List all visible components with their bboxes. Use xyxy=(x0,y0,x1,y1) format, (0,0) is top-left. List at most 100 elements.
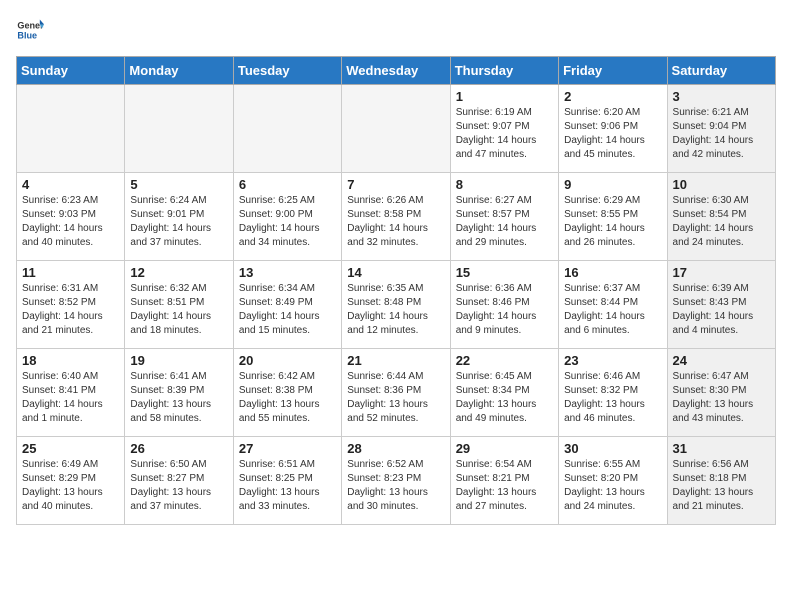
logo: General Blue xyxy=(16,16,44,44)
calendar-cell: 21 Sunrise: 6:44 AMSunset: 8:36 PMDayligh… xyxy=(342,349,450,437)
col-header-monday: Monday xyxy=(125,57,233,85)
calendar-cell: 24Sunrise: 6:47 AMSunset: 8:30 PMDayligh… xyxy=(667,349,775,437)
day-number: 19 xyxy=(130,353,227,368)
cell-details: Sunrise: 6:50 AMSunset: 8:27 PMDaylight:… xyxy=(130,458,227,514)
cell-details: Sunrise: 6:20 AMSunset: 9:06 PMDaylight:… xyxy=(564,106,661,162)
calendar-cell: 11 Sunrise: 6:31 AMSunset: 8:52 PMDayligh… xyxy=(17,261,125,349)
calendar-cell: 8 Sunrise: 6:27 AMSunset: 8:57 PMDaylight… xyxy=(450,173,558,261)
cell-details: Sunrise: 6:40 AMSunset: 8:41 PMDaylight:… xyxy=(22,370,119,426)
cell-details: Sunrise: 6:49 AMSunset: 8:29 PMDaylight:… xyxy=(22,458,119,514)
day-number: 3 xyxy=(673,89,770,104)
cell-details: Sunrise: 6:41 AMSunset: 8:39 PMDaylight:… xyxy=(130,370,227,426)
calendar-cell: 30 Sunrise: 6:55 AMSunset: 8:20 PMDayligh… xyxy=(559,437,667,525)
calendar-cell xyxy=(125,85,233,173)
day-number: 28 xyxy=(347,441,444,456)
calendar-cell: 17 Sunrise: 6:39 AMSunset: 8:43 PMDayligh… xyxy=(667,261,775,349)
day-number: 5 xyxy=(130,177,227,192)
calendar-cell: 4 Sunrise: 6:23 AMSunset: 9:03 PMDaylight… xyxy=(17,173,125,261)
col-header-tuesday: Tuesday xyxy=(233,57,341,85)
day-number: 10 xyxy=(673,177,770,192)
cell-details: Sunrise: 6:26 AMSunset: 8:58 PMDaylight:… xyxy=(347,194,444,250)
calendar-header-row: SundayMondayTuesdayWednesdayThursdayFrid… xyxy=(17,57,776,85)
calendar-cell: 12Sunrise: 6:32 AMSunset: 8:51 PMDayligh… xyxy=(125,261,233,349)
calendar-cell: 29Sunrise: 6:54 AMSunset: 8:21 PMDayligh… xyxy=(450,437,558,525)
calendar-table: SundayMondayTuesdayWednesdayThursdayFrid… xyxy=(16,56,776,525)
day-number: 1 xyxy=(456,89,553,104)
calendar-cell: 26 Sunrise: 6:50 AMSunset: 8:27 PMDayligh… xyxy=(125,437,233,525)
cell-details: Sunrise: 6:52 AMSunset: 8:23 PMDaylight:… xyxy=(347,458,444,514)
day-number: 9 xyxy=(564,177,661,192)
col-header-wednesday: Wednesday xyxy=(342,57,450,85)
day-number: 23 xyxy=(564,353,661,368)
day-number: 11 xyxy=(22,265,119,280)
calendar-cell: 19 Sunrise: 6:41 AMSunset: 8:39 PMDayligh… xyxy=(125,349,233,437)
cell-details: Sunrise: 6:45 AMSunset: 8:34 PMDaylight:… xyxy=(456,370,553,426)
day-number: 16 xyxy=(564,265,661,280)
day-number: 17 xyxy=(673,265,770,280)
calendar-cell xyxy=(342,85,450,173)
col-header-saturday: Saturday xyxy=(667,57,775,85)
day-number: 8 xyxy=(456,177,553,192)
calendar-cell: 31 Sunrise: 6:56 AMSunset: 8:18 PMDayligh… xyxy=(667,437,775,525)
calendar-cell: 28 Sunrise: 6:52 AMSunset: 8:23 PMDayligh… xyxy=(342,437,450,525)
cell-details: Sunrise: 6:42 AMSunset: 8:38 PMDaylight:… xyxy=(239,370,336,426)
calendar-cell: 6Sunrise: 6:25 AMSunset: 9:00 PMDaylight… xyxy=(233,173,341,261)
week-row-4: 25Sunrise: 6:49 AMSunset: 8:29 PMDayligh… xyxy=(17,437,776,525)
cell-details: Sunrise: 6:24 AMSunset: 9:01 PMDaylight:… xyxy=(130,194,227,250)
day-number: 2 xyxy=(564,89,661,104)
day-number: 29 xyxy=(456,441,553,456)
calendar-cell: 1 Sunrise: 6:19 AMSunset: 9:07 PMDaylight… xyxy=(450,85,558,173)
day-number: 30 xyxy=(564,441,661,456)
day-number: 18 xyxy=(22,353,119,368)
calendar-cell: 22Sunrise: 6:45 AMSunset: 8:34 PMDayligh… xyxy=(450,349,558,437)
calendar-cell: 23Sunrise: 6:46 AMSunset: 8:32 PMDayligh… xyxy=(559,349,667,437)
cell-details: Sunrise: 6:27 AMSunset: 8:57 PMDaylight:… xyxy=(456,194,553,250)
cell-details: Sunrise: 6:23 AMSunset: 9:03 PMDaylight:… xyxy=(22,194,119,250)
week-row-1: 4 Sunrise: 6:23 AMSunset: 9:03 PMDaylight… xyxy=(17,173,776,261)
cell-details: Sunrise: 6:29 AMSunset: 8:55 PMDaylight:… xyxy=(564,194,661,250)
day-number: 14 xyxy=(347,265,444,280)
day-number: 21 xyxy=(347,353,444,368)
day-number: 4 xyxy=(22,177,119,192)
cell-details: Sunrise: 6:56 AMSunset: 8:18 PMDaylight:… xyxy=(673,458,770,514)
cell-details: Sunrise: 6:32 AMSunset: 8:51 PMDaylight:… xyxy=(130,282,227,338)
day-number: 13 xyxy=(239,265,336,280)
col-header-thursday: Thursday xyxy=(450,57,558,85)
cell-details: Sunrise: 6:30 AMSunset: 8:54 PMDaylight:… xyxy=(673,194,770,250)
cell-details: Sunrise: 6:34 AMSunset: 8:49 PMDaylight:… xyxy=(239,282,336,338)
day-number: 7 xyxy=(347,177,444,192)
week-row-3: 18 Sunrise: 6:40 AMSunset: 8:41 PMDayligh… xyxy=(17,349,776,437)
calendar-cell: 10 Sunrise: 6:30 AMSunset: 8:54 PMDayligh… xyxy=(667,173,775,261)
cell-details: Sunrise: 6:36 AMSunset: 8:46 PMDaylight:… xyxy=(456,282,553,338)
calendar-cell: 7 Sunrise: 6:26 AMSunset: 8:58 PMDaylight… xyxy=(342,173,450,261)
cell-details: Sunrise: 6:25 AMSunset: 9:00 PMDaylight:… xyxy=(239,194,336,250)
calendar-cell: 27Sunrise: 6:51 AMSunset: 8:25 PMDayligh… xyxy=(233,437,341,525)
calendar-cell: 3Sunrise: 6:21 AMSunset: 9:04 PMDaylight… xyxy=(667,85,775,173)
day-number: 26 xyxy=(130,441,227,456)
cell-details: Sunrise: 6:44 AMSunset: 8:36 PMDaylight:… xyxy=(347,370,444,426)
calendar-cell: 13 Sunrise: 6:34 AMSunset: 8:49 PMDayligh… xyxy=(233,261,341,349)
calendar-cell: 25Sunrise: 6:49 AMSunset: 8:29 PMDayligh… xyxy=(17,437,125,525)
svg-text:Blue: Blue xyxy=(17,30,37,40)
calendar-cell xyxy=(233,85,341,173)
calendar-cell: 18 Sunrise: 6:40 AMSunset: 8:41 PMDayligh… xyxy=(17,349,125,437)
day-number: 31 xyxy=(673,441,770,456)
calendar-cell xyxy=(17,85,125,173)
logo-icon: General Blue xyxy=(16,16,44,44)
page-header: General Blue xyxy=(16,16,776,44)
calendar-cell: 5 Sunrise: 6:24 AMSunset: 9:01 PMDaylight… xyxy=(125,173,233,261)
cell-details: Sunrise: 6:37 AMSunset: 8:44 PMDaylight:… xyxy=(564,282,661,338)
cell-details: Sunrise: 6:31 AMSunset: 8:52 PMDaylight:… xyxy=(22,282,119,338)
day-number: 27 xyxy=(239,441,336,456)
calendar-cell: 15 Sunrise: 6:36 AMSunset: 8:46 PMDayligh… xyxy=(450,261,558,349)
day-number: 15 xyxy=(456,265,553,280)
calendar-cell: 2 Sunrise: 6:20 AMSunset: 9:06 PMDaylight… xyxy=(559,85,667,173)
calendar-cell: 9 Sunrise: 6:29 AMSunset: 8:55 PMDaylight… xyxy=(559,173,667,261)
cell-details: Sunrise: 6:39 AMSunset: 8:43 PMDaylight:… xyxy=(673,282,770,338)
cell-details: Sunrise: 6:19 AMSunset: 9:07 PMDaylight:… xyxy=(456,106,553,162)
calendar-cell: 14Sunrise: 6:35 AMSunset: 8:48 PMDayligh… xyxy=(342,261,450,349)
calendar-cell: 16 Sunrise: 6:37 AMSunset: 8:44 PMDayligh… xyxy=(559,261,667,349)
cell-details: Sunrise: 6:55 AMSunset: 8:20 PMDaylight:… xyxy=(564,458,661,514)
col-header-friday: Friday xyxy=(559,57,667,85)
calendar-cell: 20Sunrise: 6:42 AMSunset: 8:38 PMDayligh… xyxy=(233,349,341,437)
